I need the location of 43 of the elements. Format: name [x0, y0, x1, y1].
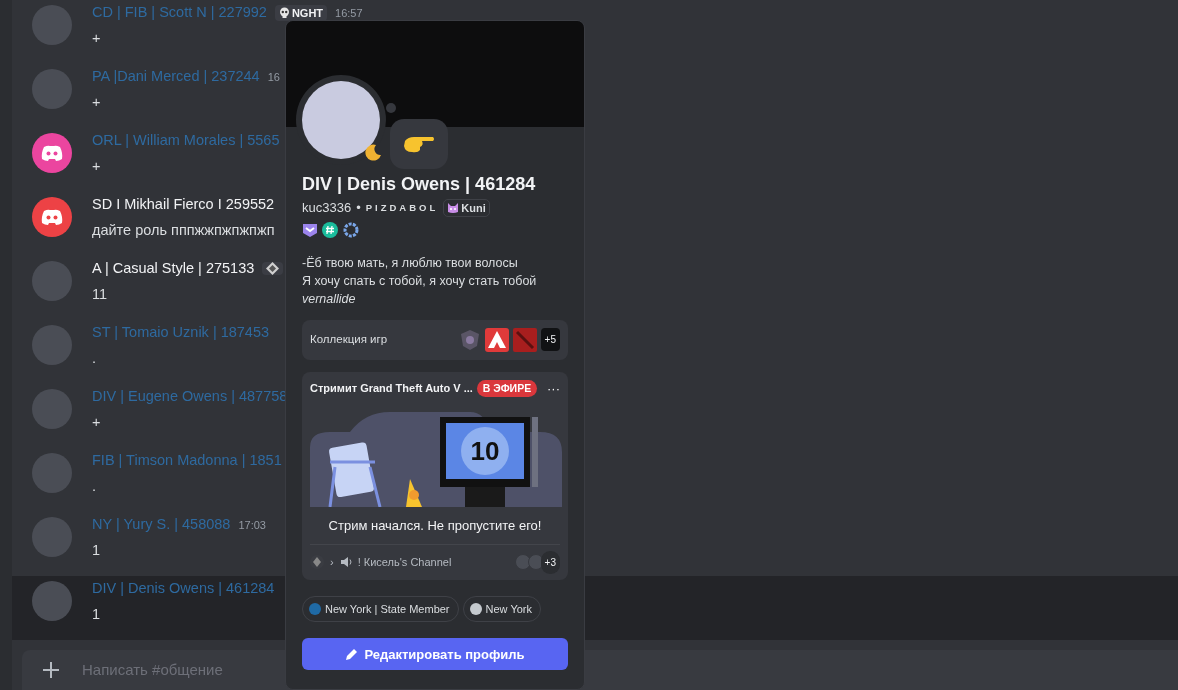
username[interactable]: ORL | William Morales | 5565	[92, 130, 280, 152]
viewer-count: +3	[540, 550, 560, 574]
username[interactable]: CD | FIB | Scott N | 227992	[92, 2, 267, 24]
bio-text: Я хочу спать с тобой, я хочу стать тобой	[302, 272, 538, 290]
bio-text: vernallide	[302, 290, 357, 308]
pronouns: PIZDABOL	[365, 200, 439, 215]
display-name: DIV | Denis Owens | 461284	[302, 173, 537, 196]
message-text: +	[92, 92, 102, 112]
username[interactable]: NY | Yury S. | 458088	[92, 514, 231, 536]
message-text: 1	[92, 604, 102, 624]
message-text: +	[92, 156, 102, 176]
message-text: +	[92, 28, 102, 48]
message-text: +	[92, 412, 102, 432]
more-count: +5	[540, 328, 560, 351]
section-label: Коллекция игр	[310, 331, 389, 347]
timestamp: 16	[267, 69, 280, 85]
game-collection-card[interactable]: Коллекция игр +5	[302, 319, 568, 360]
username[interactable]: PA |Dani Merced | 237244	[92, 66, 260, 88]
timestamp: 17:03	[238, 517, 266, 533]
edit-profile-button[interactable]: Редактировать профиль	[302, 638, 568, 671]
countdown-number: 10	[470, 436, 500, 467]
message-text: 11	[92, 284, 109, 304]
guild-tag: NGHT	[274, 4, 328, 22]
more-button[interactable]: ···	[547, 381, 560, 395]
username[interactable]: FIB | Timson Madonna | 1851	[92, 450, 282, 472]
username: kuc3336	[302, 199, 352, 217]
live-badge: В ЭФИРЕ	[476, 379, 538, 398]
message-text: .	[92, 348, 98, 368]
message-text: дайте роль пппжжпжпжпжп	[92, 220, 275, 240]
username[interactable]: DIV | Denis Owens | 461284	[92, 578, 275, 600]
separator-dot: •	[356, 199, 361, 217]
stream-message: Стрим начался. Не пропустите его!	[310, 507, 560, 545]
bio-text: -Ёб твою мать, я люблю твои волосы	[302, 254, 519, 272]
voice-channel-link[interactable]: ! Кисель's Channel	[357, 554, 452, 571]
username[interactable]: A | Casual Style | 275133	[92, 258, 255, 280]
clan-tag[interactable]: Kuni	[443, 198, 490, 217]
username[interactable]: ST | Tomaio Uznik | 187453	[92, 322, 270, 344]
timestamp: 16:57	[335, 5, 363, 21]
username[interactable]: SD I Mikhail Fierco I 259552	[92, 194, 275, 216]
stream-title: Стримит Grand Theft Auto V ...	[310, 381, 473, 397]
message-text: .	[92, 476, 98, 496]
message-text: 1	[92, 540, 102, 560]
chevron: ›	[330, 555, 334, 570]
